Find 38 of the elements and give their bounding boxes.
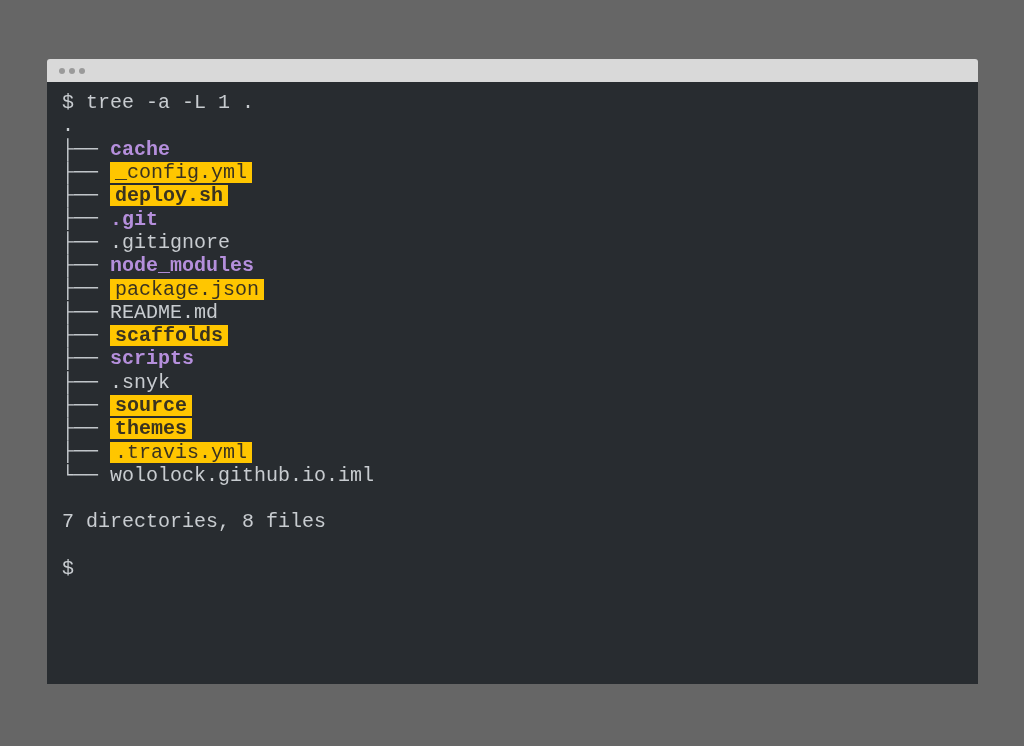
window-dot-icon [79,67,85,74]
file-name: README.md [110,301,219,323]
window-dot-icon [69,67,75,74]
file-name: package.json [110,278,265,300]
prompt: $ [62,556,74,581]
summary-text: 7 directories, 8 files [62,510,327,534]
tree-branch: ├── [62,254,98,278]
tree-branch: ├── [62,230,98,254]
file-name: wololock.github.io.iml [110,464,375,486]
tree-root: . [62,114,74,138]
window-dot-icon [59,67,65,74]
tree-branch: ├── [62,347,98,371]
tree-branch: └── [62,463,98,488]
tree-branch: ├── [62,370,98,394]
directory-name: scaffolds [110,325,229,347]
prompt: $ [62,91,74,115]
file-name: .travis.yml [110,441,253,463]
directory-name: source [110,395,193,416]
directory-name: node_modules [110,255,255,277]
command-text: tree -a -L 1 . [86,91,255,115]
file-name: .gitignore [110,231,231,253]
tree-branch: ├── [62,184,98,208]
file-name: .snyk [110,371,171,393]
tree-branch: ├── [62,207,98,231]
directory-name: cache [110,138,171,160]
tree-branch: ├── [62,323,98,347]
tree-branch: ├── [62,137,98,161]
directory-name: scripts [110,348,195,370]
file-name: _config.yml [110,162,253,184]
tree-branch: ├── [62,440,98,464]
directory-name: themes [110,418,193,440]
tree-branch: ├── [62,160,98,184]
tree-branch: ├── [62,393,98,417]
tree-branch: ├── [62,277,98,301]
directory-name: deploy.sh [110,185,229,207]
tree-branch: ├── [62,300,98,324]
tree-branch: ├── [62,417,98,441]
directory-name: .git [110,208,159,230]
